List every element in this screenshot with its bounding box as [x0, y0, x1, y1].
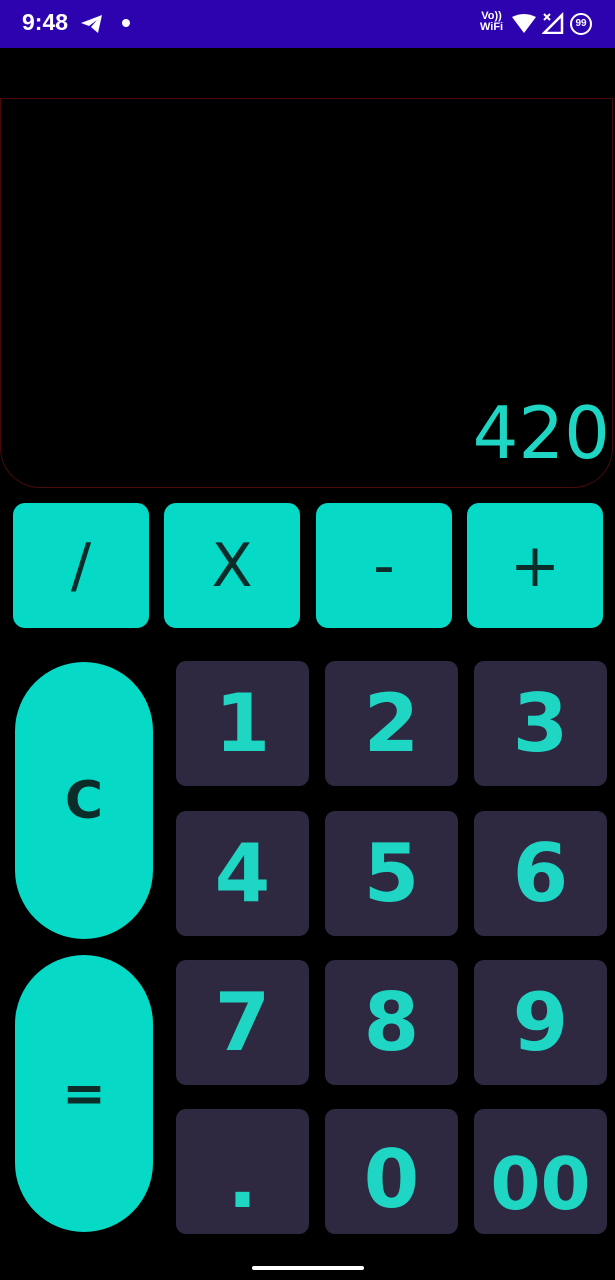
key-1[interactable]: 1 — [176, 661, 309, 786]
key-2[interactable]: 2 — [325, 661, 458, 786]
vowifi-label-bottom: WiFi — [480, 21, 504, 33]
multiply-button[interactable]: X — [164, 503, 300, 628]
cell-signal-icon — [542, 12, 564, 34]
wifi-signal-icon — [512, 14, 536, 33]
key-decimal[interactable]: . — [176, 1109, 309, 1234]
calculator-screen: 9:48 Vo)) WiFi 99 420 / X - + C = 1 2 3 … — [0, 0, 615, 1280]
divide-button[interactable]: / — [13, 503, 149, 628]
result-display: 420 — [0, 98, 613, 488]
vowifi-icon: Vo)) WiFi — [480, 11, 503, 33]
key-9[interactable]: 9 — [474, 960, 607, 1085]
key-0[interactable]: 0 — [325, 1109, 458, 1234]
telegram-icon — [81, 15, 102, 33]
navigation-handle[interactable] — [252, 1266, 364, 1270]
battery-icon: 99 — [570, 13, 592, 35]
key-3[interactable]: 3 — [474, 661, 607, 786]
display-value: 420 — [472, 391, 610, 475]
add-button[interactable]: + — [467, 503, 603, 628]
key-00[interactable]: 00 — [474, 1109, 607, 1234]
clear-button[interactable]: C — [15, 662, 153, 939]
notification-dot-icon — [122, 19, 130, 27]
status-time: 9:48 — [22, 9, 69, 35]
equals-button[interactable]: = — [15, 955, 153, 1232]
key-6[interactable]: 6 — [474, 811, 607, 936]
key-7[interactable]: 7 — [176, 960, 309, 1085]
status-bar: 9:48 Vo)) WiFi 99 — [0, 0, 615, 48]
key-5[interactable]: 5 — [325, 811, 458, 936]
key-8[interactable]: 8 — [325, 960, 458, 1085]
key-4[interactable]: 4 — [176, 811, 309, 936]
subtract-button[interactable]: - — [316, 503, 452, 628]
